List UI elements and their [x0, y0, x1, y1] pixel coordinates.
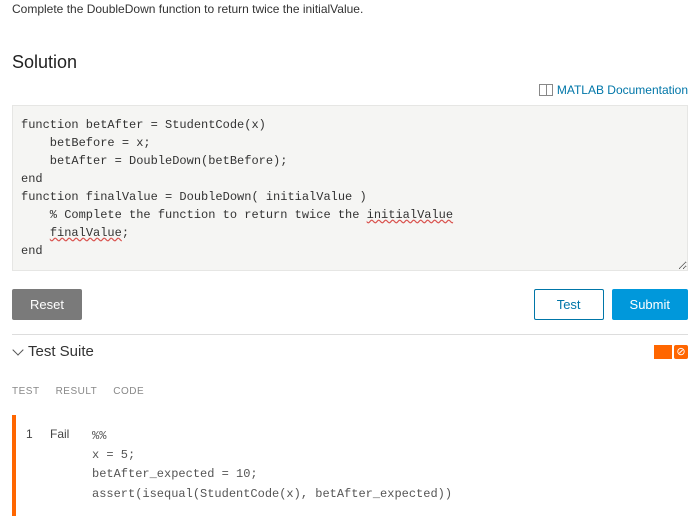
tab-test[interactable]: TEST: [12, 386, 40, 397]
test-result-label: Fail: [50, 427, 78, 504]
test-case-row: 1 Fail %% x = 5; betAfter_expected = 10;…: [12, 415, 688, 516]
code-line: betAfter = DoubleDown(betBefore);: [21, 154, 287, 168]
doc-link-label: MATLAB Documentation: [557, 83, 688, 97]
reset-button[interactable]: Reset: [12, 289, 82, 320]
matlab-documentation-link[interactable]: MATLAB Documentation: [539, 83, 688, 97]
code-line: ;: [122, 226, 129, 240]
test-button[interactable]: Test: [534, 289, 604, 320]
tab-code[interactable]: CODE: [113, 386, 144, 397]
code-line: end: [21, 172, 43, 186]
tab-result[interactable]: RESULT: [56, 386, 98, 397]
problem-instruction: Complete the DoubleDown function to retu…: [12, 0, 688, 24]
test-suite-title: Test Suite: [28, 343, 654, 360]
test-suite-tabs: TEST RESULT CODE: [12, 386, 688, 397]
button-row: Reset Test Submit: [12, 289, 688, 320]
code-line: betBefore = x;: [21, 136, 151, 150]
code-line: function finalValue = DoubleDown( initia…: [21, 190, 367, 204]
test-code: %% x = 5; betAfter_expected = 10; assert…: [92, 427, 452, 504]
code-error-underline: finalValue: [50, 226, 122, 240]
code-line: function betAfter = StudentCode(x): [21, 118, 266, 132]
submit-button[interactable]: Submit: [612, 289, 688, 320]
solution-code-editor[interactable]: function betAfter = StudentCode(x) betBe…: [12, 105, 688, 271]
status-fail-indicator: [654, 345, 672, 359]
code-error-underline: initialValue: [367, 208, 453, 222]
status-blocked-icon: ⊘: [674, 345, 688, 359]
test-number: 1: [26, 427, 36, 504]
code-line: end: [21, 244, 43, 258]
test-suite-header[interactable]: Test Suite ⊘: [12, 334, 688, 366]
doc-link-row: MATLAB Documentation: [12, 83, 688, 99]
chevron-down-icon: [12, 344, 23, 355]
code-line: % Complete the function to return twice …: [21, 208, 367, 222]
solution-heading: Solution: [12, 52, 688, 73]
book-icon: [539, 84, 553, 96]
code-line: [21, 226, 50, 240]
